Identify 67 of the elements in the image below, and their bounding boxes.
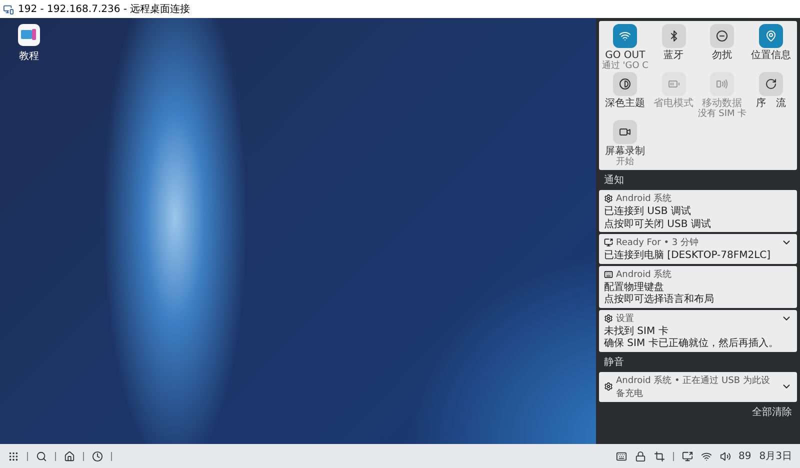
notification-text: 未找到 SIM 卡 [604, 326, 670, 337]
notification-card[interactable]: Android 系统 • 正在通过 USB 为此设备充电 [599, 372, 797, 402]
notification-text: 配置物理键盘 [604, 282, 665, 293]
app-grid-icon[interactable] [8, 450, 19, 462]
notification-card[interactable]: Android 系统 已连接到 USB 调试 点按即可关闭 USB 调试 [599, 190, 797, 232]
battery-icon [668, 78, 680, 90]
app-icon[interactable] [18, 24, 40, 46]
keyboard-icon[interactable] [616, 450, 627, 462]
tile-label: 屏幕录制 [605, 146, 646, 157]
quick-setting-toggle[interactable] [758, 72, 783, 96]
tile-sublabel: 通过 'GO C [602, 61, 648, 71]
notification-card[interactable]: Android 系统 配置物理键盘 点按即可选择语言和布局 [599, 266, 797, 308]
window-title: 192 - 192.168.7.236 - 远程桌面连接 [18, 2, 190, 16]
crop-icon[interactable] [654, 450, 665, 462]
keyboard-icon [604, 270, 613, 278]
clock-icon[interactable] [92, 450, 103, 462]
notification-app-name: Ready For • 3 分钟 [616, 236, 700, 249]
notification-app-name: Android 系统 [616, 192, 673, 205]
quick-setting-toggle[interactable] [613, 24, 638, 48]
tile-label: 位置信息 [750, 50, 791, 61]
screen-share-icon[interactable] [682, 450, 693, 462]
notification-card[interactable]: Ready For • 3 分钟 已连接到电脑 [DESKTOP-78FM2LC] [599, 234, 797, 264]
contrast-icon [619, 78, 632, 90]
volume-icon[interactable] [720, 450, 731, 462]
notification-app-name: 设置 [616, 312, 635, 324]
settings-icon [604, 314, 613, 322]
date-text: 8月3日 [759, 450, 792, 463]
notification-text: 点按即可关闭 USB 调试 [604, 218, 712, 230]
quick-setting-toggle[interactable] [613, 72, 638, 96]
quick-setting-toggle[interactable] [613, 120, 638, 144]
tile-label: 勿扰 [712, 50, 732, 61]
tile-label: 序 流 [756, 98, 786, 109]
clear-all-button[interactable]: 全部清除 [747, 404, 797, 420]
location-pin-icon [764, 30, 777, 42]
wifi-icon [700, 450, 712, 462]
notification-text: 已连接到 USB 调试 [604, 206, 692, 218]
tile-sublabel: 开始 [616, 157, 634, 167]
phone-icon [716, 78, 728, 90]
remote-desktop-icon [3, 4, 14, 14]
home-icon[interactable] [64, 450, 75, 462]
quick-setting-toggle[interactable] [710, 24, 734, 48]
notification-card[interactable]: 设置 未找到 SIM 卡 确保 SIM 卡已正确就位，然后再插入。 [599, 310, 797, 352]
tile-label: 蓝牙 [664, 50, 684, 61]
notification-text: 确保 SIM 卡已正确就位，然后再插入。 [604, 338, 780, 350]
screen-share-icon [604, 238, 613, 247]
tile-label: GO OUT [605, 50, 646, 61]
section-header: 静音 [603, 356, 625, 370]
notification-app-name: Android 系统 [616, 268, 673, 280]
rotate-icon [764, 78, 777, 90]
quick-setting-toggle[interactable] [662, 24, 686, 48]
tile-label: 省电模式 [654, 98, 694, 109]
video-camera-icon [619, 126, 632, 138]
search-icon[interactable] [36, 450, 47, 462]
notification-app-name: Android 系统 • 正在通过 USB 为此设备充电 [616, 374, 771, 400]
section-header: 通知 [603, 174, 625, 188]
do-not-disturb-icon [716, 30, 728, 42]
notification-text: 点按即可选择语言和布局 [604, 294, 715, 306]
quick-setting-toggle[interactable] [758, 24, 783, 48]
tile-label: 深色主题 [605, 98, 646, 109]
tile-sublabel: 没有 SIM 卡 [698, 109, 747, 119]
gear-icon [604, 194, 613, 203]
tile-label: 移动数据 [702, 98, 742, 109]
app-label: 教程 [19, 50, 39, 63]
gear-icon [604, 382, 613, 391]
battery-level: 89 [738, 450, 752, 462]
notification-text: 已连接到电脑 [DESKTOP-78FM2LC] [604, 250, 772, 262]
lock-icon[interactable] [634, 450, 646, 462]
